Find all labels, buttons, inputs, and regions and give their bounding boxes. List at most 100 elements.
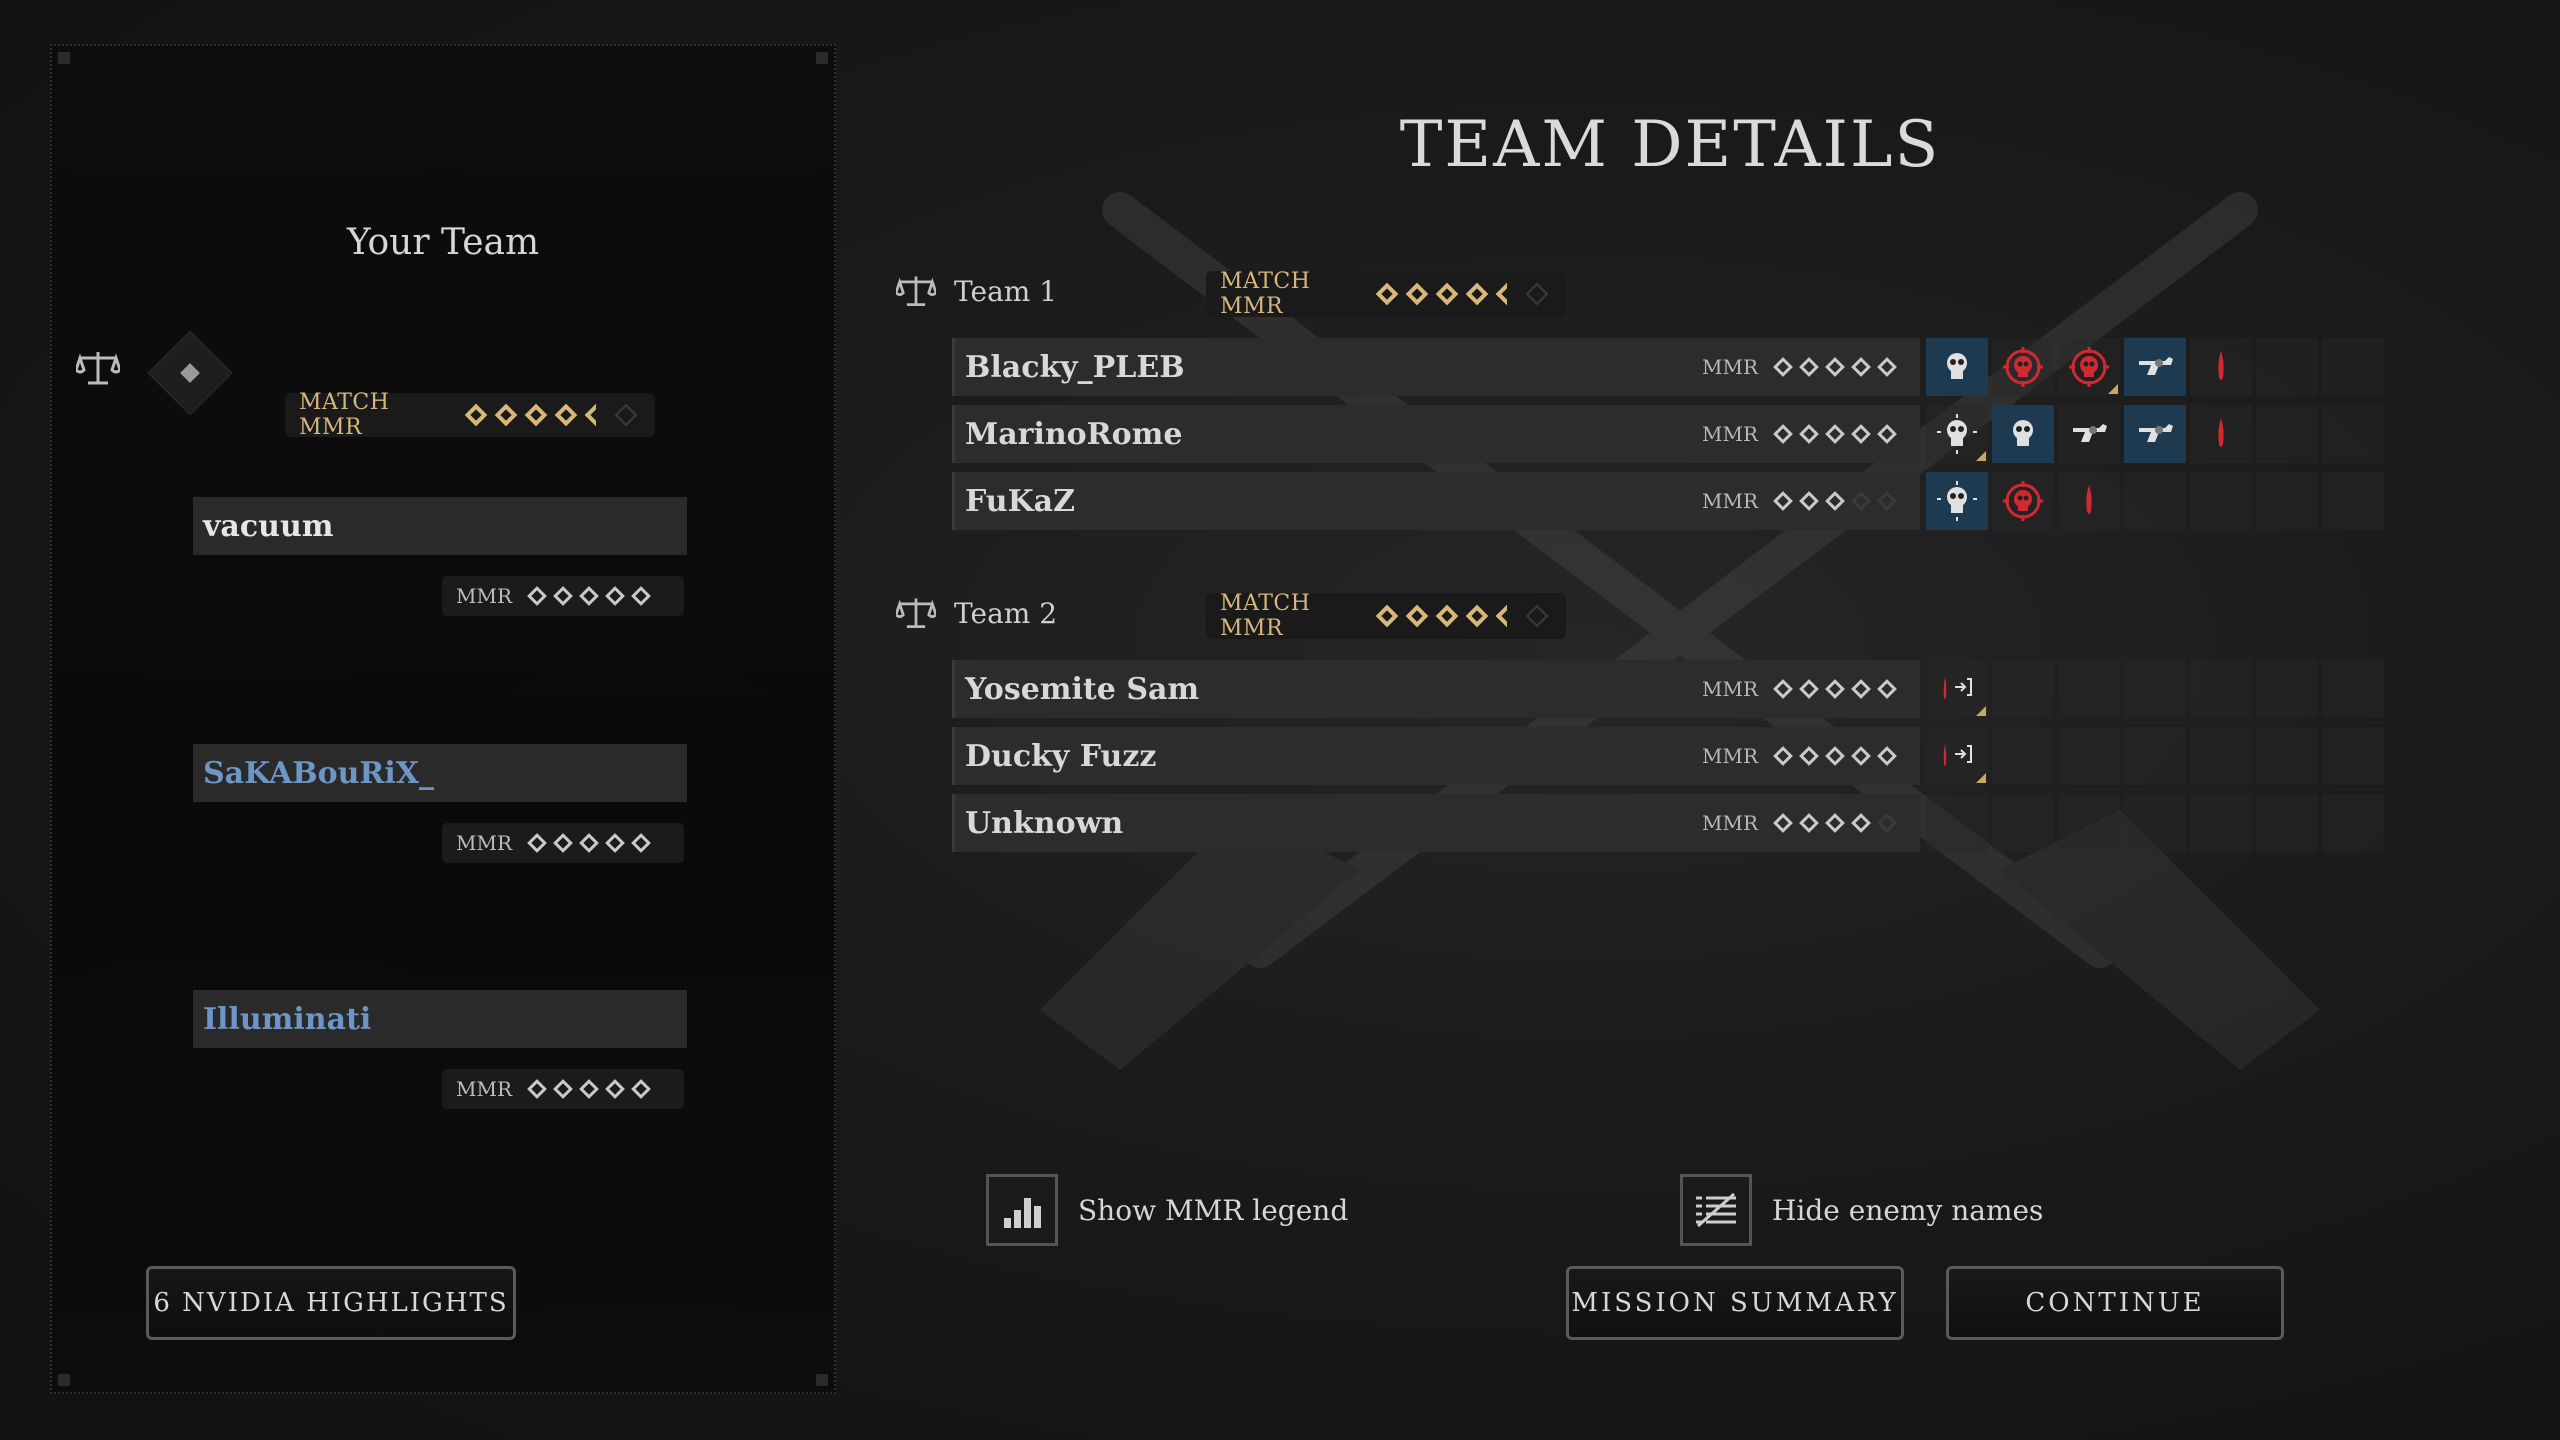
player-mmr: MMR — [1702, 405, 1900, 463]
event-slot-empty — [2256, 727, 2318, 785]
mmr-label: MMR — [456, 831, 513, 855]
match-mmr-stars — [1372, 604, 1552, 628]
player-mmr: MMR — [442, 1069, 684, 1109]
show-mmr-legend-toggle[interactable]: Show MMR legend — [986, 1174, 1348, 1246]
mmr-star-icon — [1375, 282, 1399, 306]
event-slot-empty — [2124, 660, 2186, 718]
mmr-star-icon — [1799, 357, 1819, 377]
mmr-star-icon — [527, 1079, 547, 1099]
mmr-star-icon — [527, 833, 547, 853]
blood-drop-red-icon[interactable] — [2190, 338, 2252, 396]
mmr-star-icon — [579, 586, 599, 606]
player-row[interactable]: MarinoRome MMR — [952, 405, 1920, 463]
player-row[interactable]: FuKaZ MMR — [952, 472, 1920, 530]
page-title: TEAM DETAILS — [1399, 108, 1941, 182]
mmr-star-icon — [1825, 424, 1845, 444]
mmr-label: MMR — [1701, 355, 1758, 379]
team-player-bar[interactable]: Illuminati — [193, 990, 687, 1048]
revolver-icon[interactable] — [2058, 405, 2120, 463]
player-row[interactable]: Blacky_PLEB MMR — [952, 338, 1920, 396]
hide-enemy-names-label: Hide enemy names — [1772, 1193, 2044, 1227]
mmr-star-icon — [1877, 813, 1897, 833]
player-events-grid — [1926, 405, 2388, 463]
mmr-stars — [524, 586, 654, 606]
team-1-header: Team 1 — [896, 274, 1057, 308]
target-skull-red-icon[interactable] — [2058, 338, 2120, 396]
hide-list-icon[interactable] — [1680, 1174, 1752, 1246]
player-events-grid — [1926, 727, 2388, 785]
revolver-icon[interactable] — [2124, 338, 2186, 396]
player-name: Illuminati — [203, 1002, 372, 1037]
mmr-star-icon — [584, 403, 608, 427]
event-slot-empty — [1992, 727, 2054, 785]
mission-summary-button[interactable]: MISSION SUMMARY — [1566, 1266, 1904, 1340]
player-name: Unknown — [965, 806, 1124, 841]
mmr-star-icon — [1799, 746, 1819, 766]
mmr-star-icon — [631, 586, 651, 606]
scale-icon — [76, 350, 120, 386]
mmr-star-icon — [1799, 491, 1819, 511]
team-2-header: Team 2 — [896, 596, 1057, 630]
skull-white-icon[interactable] — [1926, 338, 1988, 396]
match-mmr-stars — [461, 403, 641, 427]
mmr-label: MMR — [1701, 811, 1758, 835]
panel-corner — [816, 52, 828, 64]
mmr-star-icon — [1773, 679, 1793, 699]
blood-exit-icon[interactable] — [1926, 727, 1988, 785]
team-player-bar[interactable]: vacuum — [193, 497, 687, 555]
match-mmr-label: MATCH MMR — [1220, 269, 1311, 319]
mmr-star-icon — [1495, 282, 1519, 306]
event-slot-empty — [2322, 794, 2384, 852]
player-name: Yosemite Sam — [965, 672, 1200, 707]
mmr-star-icon — [1851, 357, 1871, 377]
player-mmr: MMR — [1702, 727, 1900, 785]
mmr-star-icon — [1851, 679, 1871, 699]
event-slot-empty — [2256, 472, 2318, 530]
player-row[interactable]: Unknown MMR — [952, 794, 1920, 852]
revolver-icon[interactable] — [2124, 405, 2186, 463]
team-player-bar[interactable]: SaKABouRiX_ — [193, 744, 687, 802]
blood-drop-red-icon[interactable] — [2058, 472, 2120, 530]
mmr-star-icon — [1465, 604, 1489, 628]
mmr-star-icon — [553, 1079, 573, 1099]
mmr-star-icon — [1877, 491, 1897, 511]
continue-button[interactable]: CONTINUE — [1946, 1266, 2284, 1340]
mmr-star-icon — [1405, 282, 1429, 306]
match-mmr-stars — [1372, 282, 1552, 306]
player-events-grid — [1926, 338, 2388, 396]
mmr-star-icon — [1495, 604, 1519, 628]
target-skull-red-icon[interactable] — [1992, 472, 2054, 530]
player-events-grid — [1926, 794, 2388, 852]
hide-enemy-names-toggle[interactable]: Hide enemy names — [1680, 1174, 2043, 1246]
mmr-label: MMR — [1701, 677, 1758, 701]
skull-crosshair-icon[interactable] — [1926, 472, 1988, 530]
mmr-star-icon — [524, 403, 548, 427]
mmr-star-icon — [1435, 282, 1459, 306]
event-slot-empty — [2190, 472, 2252, 530]
player-row[interactable]: Yosemite Sam MMR — [952, 660, 1920, 718]
mmr-star-icon — [579, 833, 599, 853]
target-skull-red-icon[interactable] — [1992, 338, 2054, 396]
event-slot-empty — [2058, 794, 2120, 852]
nvidia-highlights-button[interactable]: 6 NVIDIA HIGHLIGHTS — [146, 1266, 516, 1340]
blood-drop-red-icon[interactable] — [2190, 405, 2252, 463]
player-mmr: MMR — [1702, 660, 1900, 718]
skull-white-icon[interactable] — [1992, 405, 2054, 463]
mmr-star-icon — [1851, 746, 1871, 766]
event-slot-empty — [2322, 727, 2384, 785]
mmr-star-icon — [1877, 357, 1897, 377]
mmr-stars — [1770, 424, 1900, 444]
blood-exit-icon[interactable] — [1926, 660, 1988, 718]
event-slot-empty — [2190, 660, 2252, 718]
mmr-stars — [1770, 357, 1900, 377]
skull-crosshair-icon[interactable] — [1926, 405, 1988, 463]
event-slot-empty — [2124, 727, 2186, 785]
panel-corner — [58, 1374, 70, 1386]
bar-chart-icon[interactable] — [986, 1174, 1058, 1246]
match-mmr-label: MATCH MMR — [1220, 591, 1311, 641]
player-mmr: MMR — [442, 823, 684, 863]
mmr-stars — [1770, 813, 1900, 833]
player-row[interactable]: Ducky Fuzz MMR — [952, 727, 1920, 785]
mmr-star-icon — [1465, 282, 1489, 306]
mmr-label: MMR — [1701, 489, 1758, 513]
